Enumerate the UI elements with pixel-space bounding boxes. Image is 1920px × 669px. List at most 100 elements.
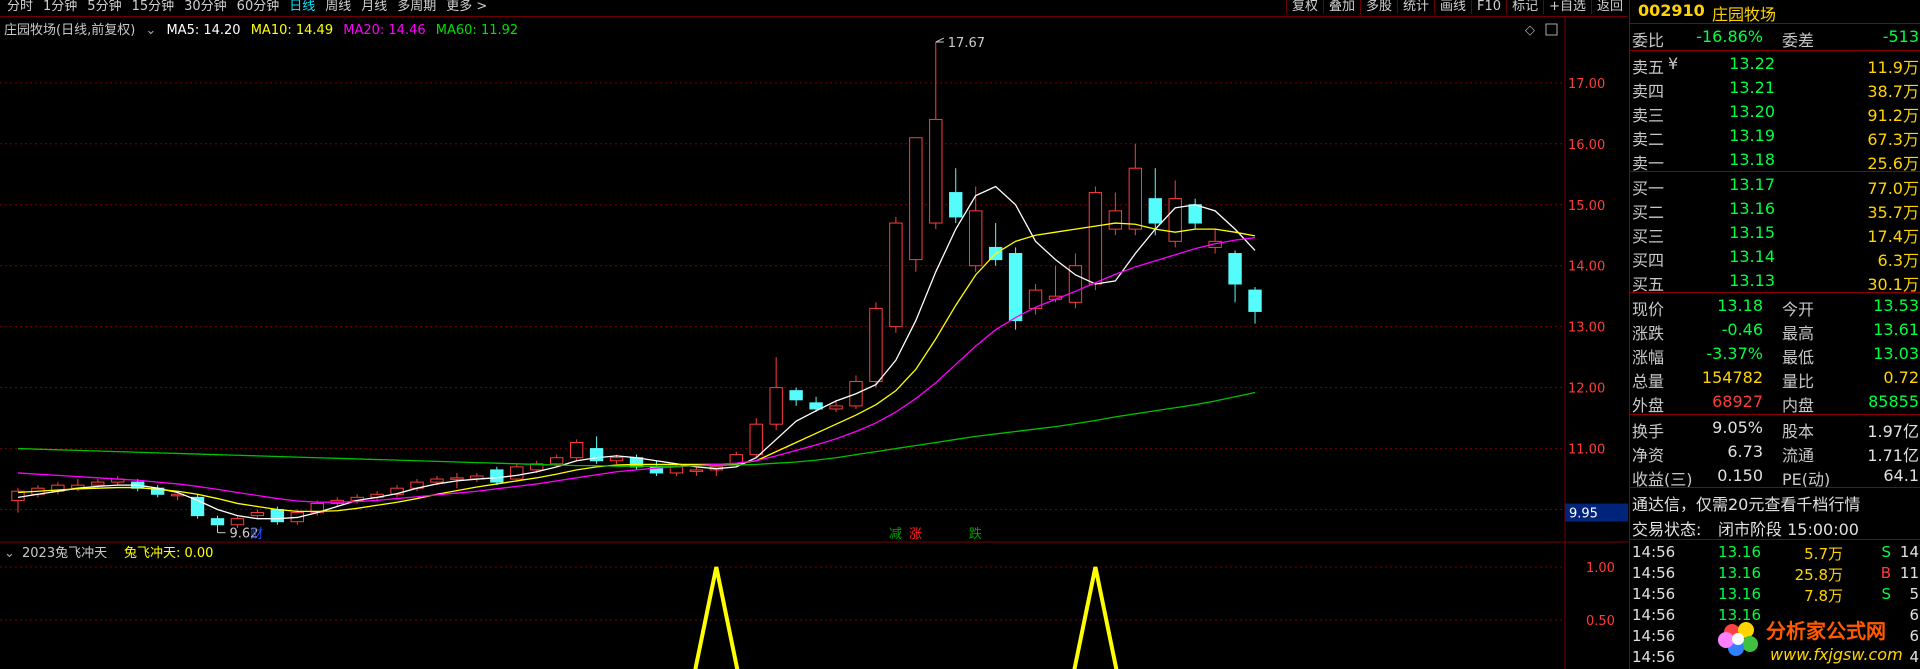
tool-button-3[interactable]: 统计	[1397, 0, 1434, 14]
tab-2[interactable]: 5分钟	[82, 0, 126, 14]
candle[interactable]	[749, 418, 763, 458]
y-tick-label: 12.00	[1568, 382, 1605, 397]
candle[interactable]	[569, 439, 584, 461]
indicator-name[interactable]: 2023兔飞冲天	[22, 546, 107, 561]
tab-9[interactable]: 多周期	[392, 0, 441, 14]
tab-8[interactable]: 月线	[356, 0, 392, 14]
tool-button-0[interactable]: 复权	[1285, 0, 1323, 14]
candle[interactable]	[1128, 143, 1142, 236]
high-arrow	[935, 37, 945, 43]
tool-button-5[interactable]: F10	[1471, 0, 1506, 14]
candle[interactable]	[470, 472, 484, 483]
kline-chart[interactable]: 17.0016.0015.0014.0013.0012.0011.0010.00…	[0, 0, 1628, 669]
candle[interactable]	[869, 302, 883, 388]
tick-volume: 25.8万	[1794, 566, 1843, 584]
bid-row: 买五 13.13 30.1万	[1630, 269, 1920, 294]
bid-price: 13.13	[1729, 271, 1775, 290]
indicator-dropdown-icon[interactable]: ⌄	[4, 546, 15, 561]
candle[interactable]	[929, 42, 943, 230]
tab-6[interactable]: 日线	[284, 0, 320, 14]
tool-button-1[interactable]: 叠加	[1322, 0, 1360, 14]
candle[interactable]	[210, 515, 225, 533]
ask-price: 13.22	[1729, 54, 1775, 73]
candle[interactable]	[988, 223, 1003, 266]
tab-5[interactable]: 60分钟	[232, 0, 285, 14]
candle[interactable]	[589, 436, 604, 464]
bid-volume: 6.3万	[1877, 251, 1919, 270]
ask-price: 13.20	[1729, 102, 1775, 121]
candle[interactable]	[789, 387, 803, 406]
y-tick-label: 17.00	[1568, 77, 1605, 92]
quote-label: 最高	[1782, 324, 1815, 343]
tool-button-6[interactable]: 标记	[1506, 0, 1543, 14]
candle[interactable]	[390, 485, 404, 498]
candle[interactable]	[1208, 229, 1222, 254]
tool-button-8[interactable]: 返回	[1590, 0, 1628, 14]
dropdown-icon[interactable]: ⌄	[145, 23, 156, 38]
quote-value: 13.53	[1873, 296, 1919, 315]
candle[interactable]	[909, 137, 923, 272]
tick-direction: B	[1880, 564, 1891, 582]
candle[interactable]	[370, 491, 384, 501]
candle[interactable]	[969, 186, 983, 272]
bid-row: 买二 13.16 35.7万	[1630, 197, 1920, 222]
tick-row: 14:56 13.16 25.8万 B 11	[1630, 562, 1920, 584]
event-marker[interactable]: 涨	[909, 527, 922, 542]
candle[interactable]	[809, 396, 823, 412]
candle[interactable]	[1068, 253, 1083, 309]
tool-button-2[interactable]: 多股	[1359, 0, 1397, 14]
fund-label: 净资	[1632, 446, 1665, 465]
candle[interactable]	[769, 357, 783, 431]
tick-time: 14:56	[1632, 627, 1676, 645]
bid-row: 买四 13.14 6.3万	[1630, 245, 1920, 270]
quote-value: 68927	[1712, 392, 1763, 411]
tool-button-4[interactable]: 画线	[1434, 0, 1471, 14]
event-marker[interactable]: 财	[250, 527, 263, 542]
tab-3[interactable]: 15分钟	[127, 0, 180, 14]
ask-price: 13.19	[1729, 126, 1775, 145]
candle[interactable]	[1048, 265, 1063, 303]
candle[interactable]	[689, 466, 704, 476]
ask-volume: 38.7万	[1867, 82, 1919, 101]
fundamental-row: 净资 6.73 流通 1.71亿	[1630, 440, 1920, 465]
candle[interactable]	[1228, 250, 1242, 303]
candle[interactable]	[510, 463, 524, 483]
tab-7[interactable]: 周线	[320, 0, 356, 14]
tick-price: 13.16	[1718, 585, 1761, 603]
quote-label: 涨跌	[1632, 324, 1665, 343]
event-marker[interactable]: 减	[889, 527, 902, 542]
maximize-icon[interactable]	[1545, 23, 1558, 36]
candle[interactable]	[190, 494, 205, 519]
candle[interactable]	[111, 476, 125, 486]
fund-label: 流通	[1782, 446, 1815, 465]
ask-row: 卖一 13.18 25.6万	[1630, 148, 1920, 173]
candle[interactable]	[1248, 287, 1262, 324]
tab-0[interactable]: 分时	[2, 0, 38, 14]
quote-value: 85855	[1868, 392, 1919, 411]
quote-label: 涨幅	[1632, 348, 1665, 367]
ad-row[interactable]: 通达信，仅需20元查看千档行情	[1630, 489, 1920, 514]
candle[interactable]	[1188, 198, 1202, 230]
event-marker[interactable]: 跌	[969, 526, 982, 542]
candle[interactable]	[1108, 192, 1123, 236]
tool-button-7[interactable]: +自选	[1543, 0, 1591, 14]
candle[interactable]	[889, 216, 903, 333]
tab-4[interactable]: 30分钟	[179, 0, 232, 14]
candle[interactable]	[250, 509, 265, 519]
bid-price: 13.16	[1729, 199, 1775, 218]
indicator-value: 兔飞冲天: 0.00	[124, 546, 213, 561]
quote-value: 13.03	[1873, 344, 1919, 363]
diamond-icon[interactable]: ◇	[1525, 23, 1535, 38]
tab-1[interactable]: 1分钟	[38, 0, 82, 14]
tick-count: 5	[1909, 585, 1919, 603]
flower-icon	[1718, 622, 1758, 656]
indicator-signal	[693, 566, 740, 669]
tick-row: 14:56 13.16 5.7万 S 14	[1630, 541, 1920, 563]
candle[interactable]	[949, 168, 963, 224]
fund-value: 6.73	[1727, 442, 1763, 461]
candle[interactable]	[1088, 186, 1103, 291]
quote-value: 13.18	[1717, 296, 1763, 315]
candle[interactable]	[490, 466, 504, 486]
tab-10[interactable]: 更多 >	[441, 0, 492, 14]
candle[interactable]	[1168, 180, 1182, 248]
